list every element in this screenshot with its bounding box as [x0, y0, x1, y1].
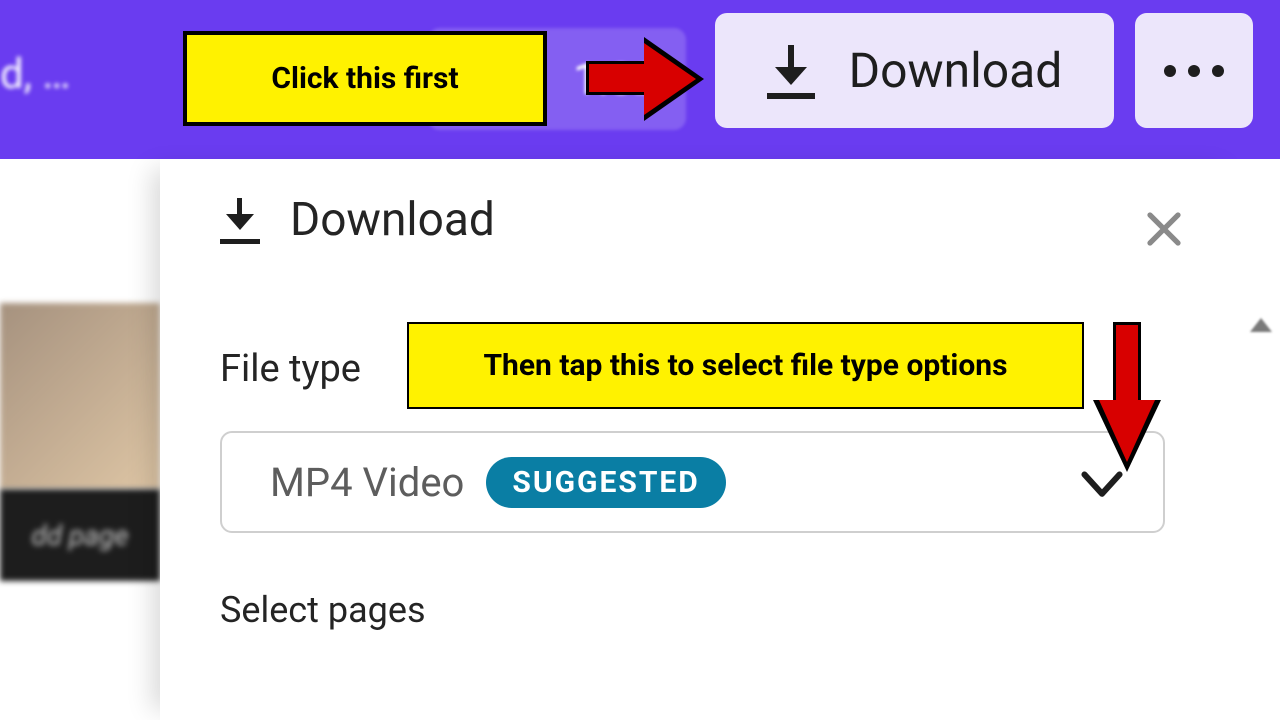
file-type-value: MP4 Video	[270, 459, 464, 506]
annotation-arrow-right	[586, 39, 706, 117]
download-panel: Download File type MP4 Video SUGGESTED S…	[160, 159, 1250, 720]
download-icon	[220, 196, 260, 244]
dots-icon	[1164, 65, 1176, 77]
select-pages-label: Select pages	[220, 589, 1210, 631]
close-icon	[1143, 208, 1185, 250]
annotation-arrow-down	[1097, 322, 1157, 478]
project-title-truncated: d, …	[0, 50, 70, 99]
more-options-button[interactable]	[1135, 13, 1253, 128]
suggested-badge: SUGGESTED	[486, 457, 725, 508]
annotation-callout-second: Then tap this to select file type option…	[407, 322, 1084, 409]
annotation-callout-first: Click this first	[183, 31, 547, 126]
page-thumbnail[interactable]	[0, 303, 160, 489]
download-button[interactable]: Download	[715, 13, 1114, 128]
file-type-select[interactable]: MP4 Video SUGGESTED	[220, 431, 1165, 533]
close-button[interactable]	[1138, 203, 1190, 255]
add-page-button[interactable]: dd page	[0, 489, 160, 581]
download-button-label: Download	[849, 42, 1063, 99]
download-icon	[767, 43, 815, 99]
scrollbar-up-arrow[interactable]	[1250, 318, 1272, 332]
panel-title: Download	[290, 193, 495, 247]
